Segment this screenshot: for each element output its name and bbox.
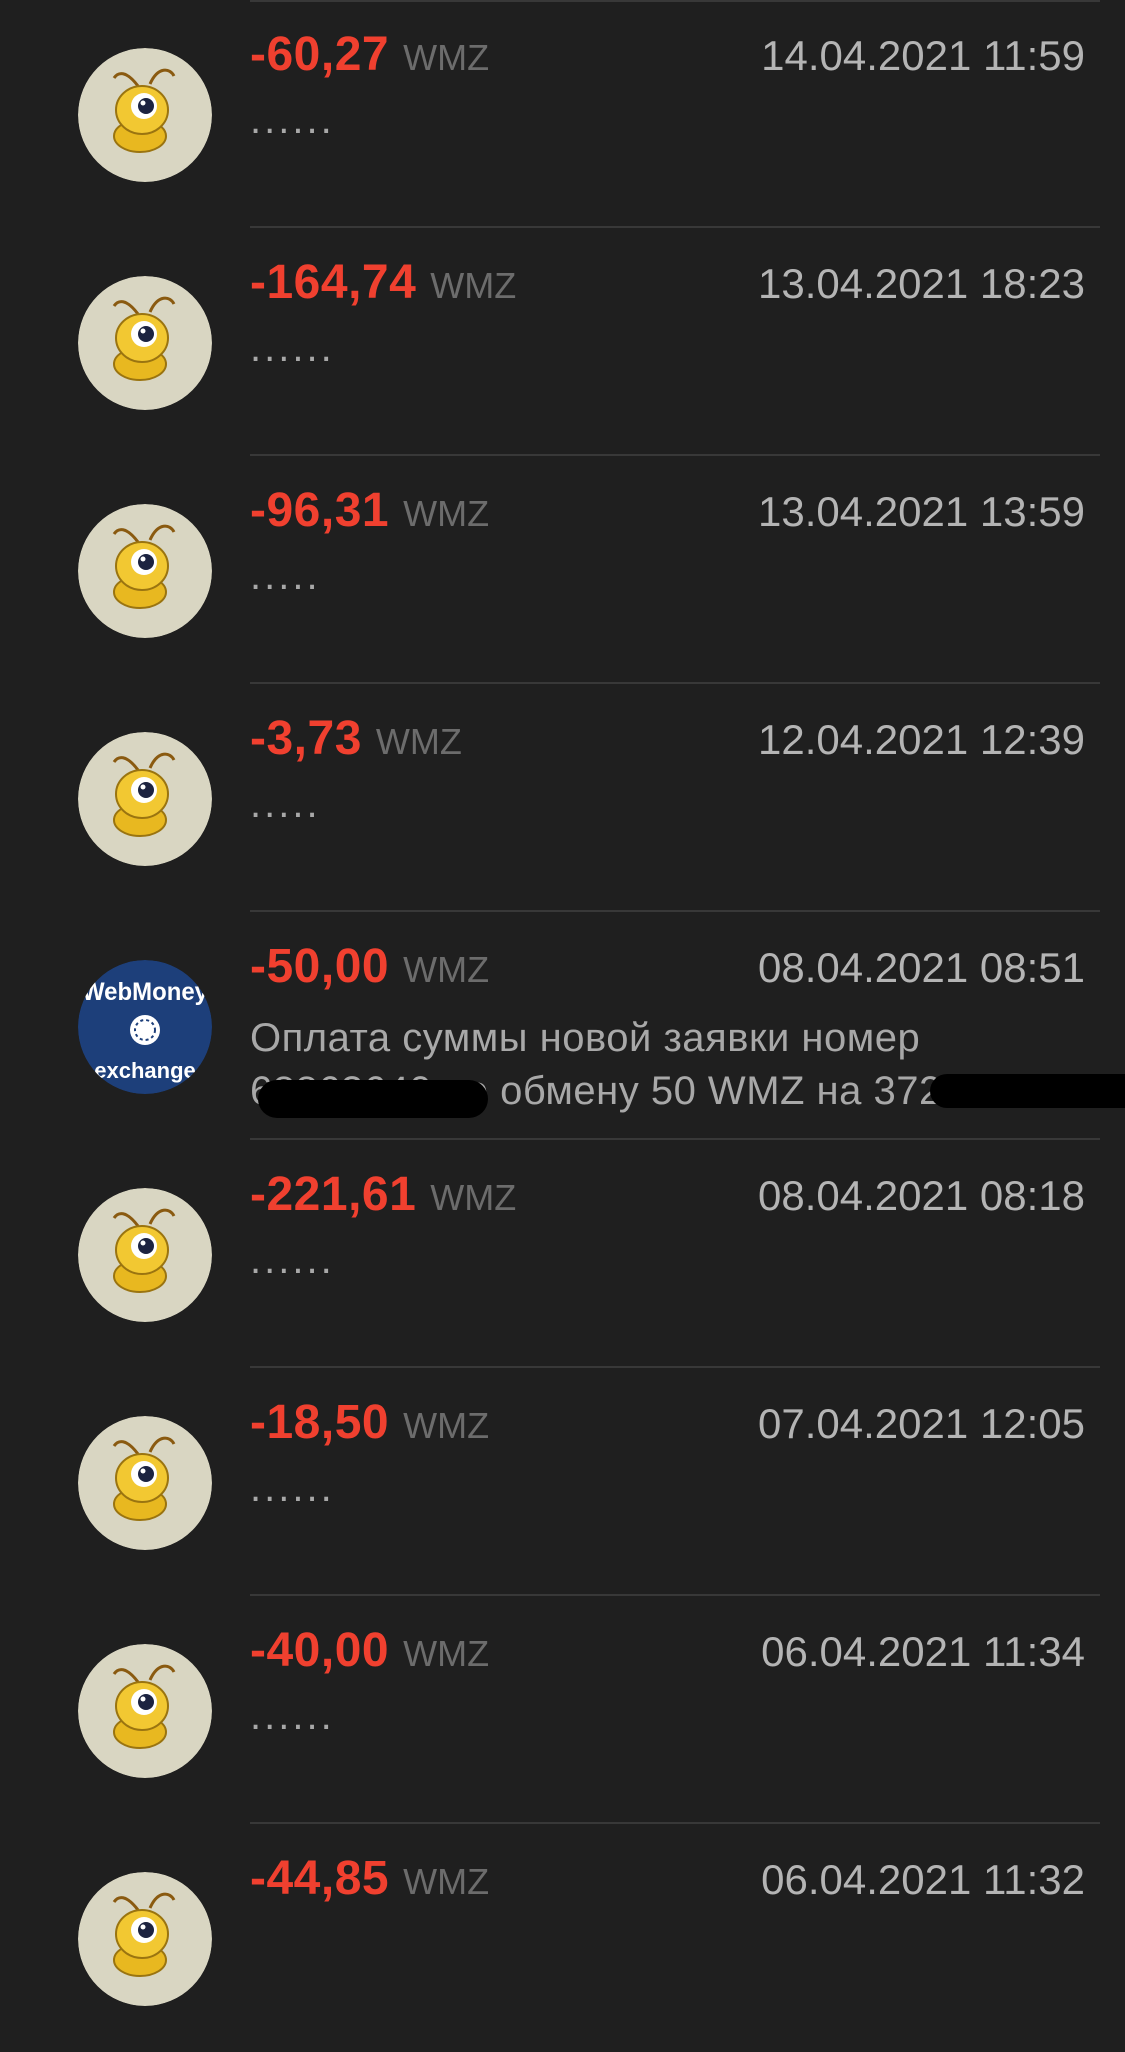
transaction-description: ...... (250, 326, 335, 370)
amount: -40,00 (250, 1624, 390, 1677)
transaction-list: -60,27 WMZ 14.04.2021 11:59 ...... -164,… (0, 0, 1125, 2052)
amount-line: -164,74 WMZ (250, 255, 516, 310)
transaction-row[interactable]: -18,50 WMZ 07.04.2021 12:05 ...... (0, 1368, 1125, 1596)
logo-text-bottom: exchange (94, 1058, 196, 1083)
currency-label: WMZ (375, 721, 462, 762)
amount: -50,00 (250, 940, 390, 993)
amount: -3,73 (250, 712, 362, 765)
transaction-description: ..... (250, 782, 321, 826)
webmoney-exchange-logo-icon: WebMoney exchange (78, 960, 212, 1094)
description-line-1: Оплата суммы новой заявки номер (250, 1016, 921, 1060)
transaction-row[interactable]: -221,61 WMZ 08.04.2021 08:18 ...... (0, 1140, 1125, 1368)
currency-label: WMZ (403, 493, 490, 534)
currency-label: WMZ (403, 1633, 490, 1674)
webmoney-ant-logo-icon (78, 504, 212, 638)
amount: -60,27 (250, 28, 390, 81)
webmoney-ant-logo-icon (78, 1644, 212, 1778)
transaction-date: 14.04.2021 11:59 (761, 32, 1085, 79)
transaction-date: 12.04.2021 12:39 (758, 716, 1085, 763)
transaction-row[interactable]: WebMoney exchange -50,00 WMZ 08.04.2021 … (0, 912, 1125, 1140)
transaction-description: ..... (250, 554, 321, 598)
webmoney-ant-logo-icon (78, 1188, 212, 1322)
transaction-date: 13.04.2021 13:59 (758, 488, 1085, 535)
webmoney-ant-logo-icon (78, 276, 212, 410)
transaction-description: ...... (250, 1466, 335, 1510)
transaction-date: 08.04.2021 08:18 (758, 1172, 1085, 1219)
transaction-description: ...... (250, 1694, 335, 1738)
transaction-date: 06.04.2021 11:32 (761, 1856, 1085, 1903)
transaction-date: 08.04.2021 08:51 (758, 944, 1085, 991)
currency-label: WMZ (403, 949, 490, 990)
amount: -96,31 (250, 484, 390, 537)
amount: -221,61 (250, 1168, 417, 1221)
currency-label: WMZ (403, 1861, 490, 1902)
transaction-row[interactable]: -3,73 WMZ 12.04.2021 12:39 ..... (0, 684, 1125, 912)
webmoney-ant-logo-icon (78, 1872, 212, 2006)
amount-line: -40,00 WMZ (250, 1623, 489, 1678)
amount: -18,50 (250, 1396, 390, 1449)
webmoney-ant-logo-icon (78, 1416, 212, 1550)
transaction-date: 06.04.2021 11:34 (761, 1628, 1085, 1675)
redaction-mark (930, 1074, 1125, 1108)
amount-line: -18,50 WMZ (250, 1395, 489, 1450)
transaction-row[interactable]: -96,31 WMZ 13.04.2021 13:59 ..... (0, 456, 1125, 684)
transaction-date: 07.04.2021 12:05 (758, 1400, 1085, 1447)
transaction-row[interactable]: -40,00 WMZ 06.04.2021 11:34 ...... (0, 1596, 1125, 1824)
transaction-row[interactable]: -164,74 WMZ 13.04.2021 18:23 ...... (0, 228, 1125, 456)
amount-line: -50,00 WMZ (250, 939, 489, 994)
transaction-row[interactable]: -60,27 WMZ 14.04.2021 11:59 ...... (0, 0, 1125, 228)
amount: -164,74 (250, 256, 417, 309)
amount-line: -3,73 WMZ (250, 711, 462, 766)
webmoney-ant-logo-icon (78, 732, 212, 866)
amount-line: -221,61 WMZ (250, 1167, 516, 1222)
transaction-date: 13.04.2021 18:23 (758, 260, 1085, 307)
currency-label: WMZ (430, 1177, 517, 1218)
webmoney-ant-logo-icon (78, 48, 212, 182)
logo-text-top: WebMoney (82, 978, 208, 1006)
amount: -44,85 (250, 1852, 390, 1905)
amount-line: -96,31 WMZ (250, 483, 489, 538)
amount-line: -60,27 WMZ (250, 27, 489, 82)
redaction-mark (258, 1080, 488, 1118)
currency-label: WMZ (403, 37, 490, 78)
transaction-description: ...... (250, 98, 335, 142)
currency-label: WMZ (430, 265, 517, 306)
transaction-description: ...... (250, 1238, 335, 1282)
amount-line: -44,85 WMZ (250, 1851, 489, 1906)
currency-label: WMZ (403, 1405, 490, 1446)
transaction-row[interactable]: -44,85 WMZ 06.04.2021 11:32 (0, 1824, 1125, 2052)
